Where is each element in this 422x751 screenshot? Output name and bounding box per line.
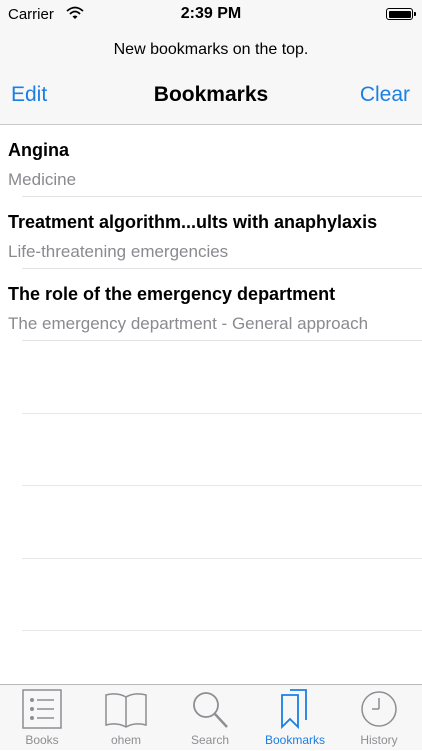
empty-row (0, 559, 422, 632)
bookmark-title: Treatment algorithm...ults with anaphyla… (8, 212, 378, 232)
tab-search[interactable]: Search (168, 685, 252, 751)
status-bar: Carrier 2:39 PM (0, 0, 422, 30)
tab-history[interactable]: History (337, 685, 421, 751)
status-time: 2:39 PM (180, 5, 242, 22)
bookmarks-icon (281, 689, 307, 730)
page-title: Bookmarks (153, 83, 269, 106)
tab-bar: Books ohem Search Bookmarks History (0, 684, 422, 750)
search-icon (193, 692, 228, 728)
list-icon (22, 689, 62, 729)
book-icon (105, 693, 147, 728)
bookmark-row[interactable]: Treatment algorithm...ults with anaphyla… (0, 197, 422, 269)
tab-label: Books (25, 733, 59, 747)
bookmark-title: The role of the emergency department (8, 284, 336, 304)
navigation-header: New bookmarks on the top. Edit Bookmarks… (0, 30, 422, 125)
bookmark-subtitle: Medicine (8, 170, 77, 189)
bookmark-subtitle: The emergency department - General appro… (8, 314, 369, 333)
bookmark-row[interactable]: Angina Medicine (0, 125, 422, 197)
tab-label: ohem (110, 733, 142, 747)
battery-icon (386, 8, 416, 20)
clock-icon (361, 691, 397, 727)
tab-ohem[interactable]: ohem (84, 685, 168, 751)
empty-row (0, 414, 422, 487)
clear-button[interactable]: Clear (360, 83, 410, 107)
bookmark-title: Angina (8, 140, 69, 160)
tab-label: Search (190, 733, 230, 747)
bookmarks-list: Angina Medicine Treatment algorithm...ul… (0, 125, 422, 631)
tab-bookmarks[interactable]: Bookmarks (253, 685, 337, 751)
tab-label: History (360, 733, 398, 747)
bookmarks-prompt: New bookmarks on the top. (113, 41, 309, 58)
bookmark-row[interactable]: The role of the emergency department The… (0, 269, 422, 341)
tab-label: Bookmarks (264, 733, 326, 747)
empty-row (0, 486, 422, 559)
empty-row (0, 341, 422, 414)
bookmark-subtitle: Life-threatening emergencies (8, 242, 229, 261)
tab-books[interactable]: Books (0, 685, 84, 751)
